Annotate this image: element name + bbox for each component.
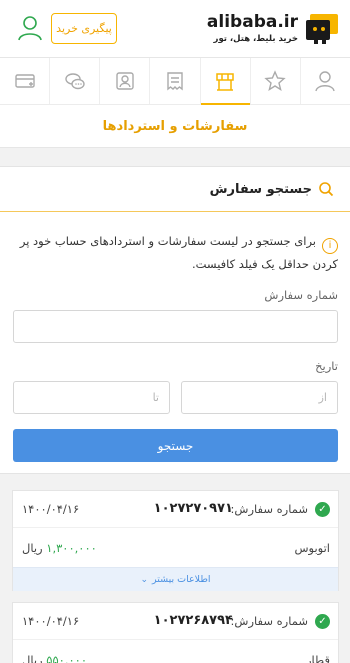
order-detail-row: اتوبوس ۱,۳۰۰,۰۰۰ ریال [13,527,338,567]
more-info-button[interactable]: اطلاعات بیشتر ⌄ [13,567,338,591]
wallet-card-icon [14,74,35,88]
support-chat-icon [65,73,85,90]
order-price-amount: ۱,۳۰۰,۰۰۰ [46,541,97,555]
more-info-label: اطلاعات بیشتر [152,574,211,585]
order-number-input[interactable] [13,310,338,343]
order-number: ۱۰۲۷۲۷۰۹۷۱ [153,501,233,516]
tab-support[interactable] [49,58,99,104]
search-card-header: جستجو سفارش [0,167,350,212]
order-date: ۱۴۰۰/۰۴/۱۶ [22,502,80,516]
search-info-message: برای جستجو در لیست سفارشات و استردادهای … [19,234,338,271]
app-header: alibaba.ir خرید بلیط، هتل، تور پیگیری خر… [0,0,350,58]
check-icon: ✓ [315,614,330,629]
chevron-down-icon: ⌄ [140,574,149,585]
receipt-icon [167,72,183,91]
alibaba-logo-icon [306,14,338,44]
tab-receipts[interactable] [149,58,199,104]
tab-wallet[interactable] [0,58,49,104]
order-type: اتوبوس [294,541,330,555]
brand-name: alibaba.ir [206,12,298,32]
search-button[interactable]: جستجو [13,429,338,462]
user-icon [315,71,336,92]
order-date: ۱۴۰۰/۰۴/۱۶ [22,614,80,628]
page-title: سفارشات و استردادها [0,105,350,148]
order-price-amount: ۵۵۰,۰۰۰ [46,653,87,663]
user-account-icon[interactable] [18,15,42,41]
info-icon: i [322,237,338,254]
order-number-label: شماره سفارش: [230,502,308,516]
brand[interactable]: alibaba.ir خرید بلیط، هتل، تور [207,10,342,48]
order-number: ۱۰۲۷۲۶۸۷۹۴ [153,613,233,628]
order-number-label: شماره سفارش [264,288,338,302]
date-label: تاریخ [315,359,338,373]
order-card[interactable]: ✓ شماره سفارش: ۱۰۲۷۲۶۸۷۹۴ ۱۴۰۰/۰۴/۱۶ قطا… [12,602,339,663]
order-price: ۱,۳۰۰,۰۰۰ ریال [22,541,97,555]
order-price: ۵۵۰,۰۰۰ ریال [22,653,87,663]
brand-tagline: خرید بلیط، هتل، تور [213,34,298,44]
order-header-row: ✓ شماره سفارش: ۱۰۲۷۲۷۰۹۷۱ ۱۴۰۰/۰۴/۱۶ [13,491,338,527]
tab-orders[interactable] [199,58,250,105]
order-type: قطار [306,653,330,663]
tab-profile[interactable] [299,58,350,104]
star-icon [264,70,286,92]
date-from-input[interactable] [181,381,338,414]
order-card[interactable]: ✓ شماره سفارش: ۱۰۲۷۲۷۰۹۷۱ ۱۴۰۰/۰۴/۱۶ اتو… [12,490,339,591]
passengers-icon [116,72,134,90]
tab-favorites[interactable] [249,58,300,104]
date-to-input[interactable] [13,381,170,414]
order-currency: ریال [22,541,43,555]
order-header-row: ✓ شماره سفارش: ۱۰۲۷۲۶۸۷۹۴ ۱۴۰۰/۰۴/۱۶ [13,603,338,639]
search-info-text: iبرای جستجو در لیست سفارشات و استردادهای… [14,231,338,275]
order-number-label: شماره سفارش: [230,614,308,628]
orders-icon [216,73,234,91]
check-icon: ✓ [315,502,330,517]
order-detail-row: قطار ۵۵۰,۰۰۰ ریال [13,639,338,663]
order-currency: ریال [22,653,43,663]
search-card-title: جستجو سفارش [209,181,312,197]
search-icon [319,182,334,197]
account-tabs [0,58,350,105]
tab-passengers[interactable] [99,58,149,104]
order-search-card: جستجو سفارش iبرای جستجو در لیست سفارشات … [0,166,350,474]
track-purchase-button[interactable]: پیگیری خرید [51,13,117,44]
